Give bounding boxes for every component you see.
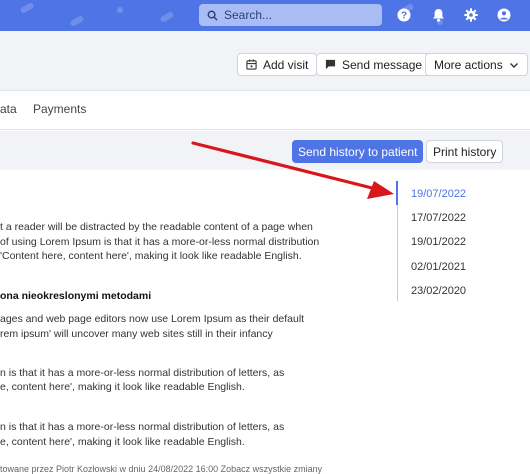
chevron-down-icon: [509, 62, 518, 68]
more-actions-dropdown[interactable]: More actions: [425, 53, 528, 76]
document-line: t a reader will be distracted by the rea…: [0, 221, 313, 233]
timeline-date[interactable]: 19/07/2022: [411, 188, 466, 200]
tab-data[interactable]: ata: [0, 102, 17, 116]
timeline-date[interactable]: 23/02/2020: [411, 285, 466, 297]
more-actions-label: More actions: [434, 57, 503, 72]
history-document: t a reader will be distracted by the rea…: [0, 170, 360, 474]
document-line: e, content here', making it look like re…: [0, 436, 245, 448]
gear-icon[interactable]: [462, 6, 480, 24]
timeline-date[interactable]: 19/01/2022: [411, 236, 466, 248]
svg-text:?: ?: [401, 11, 407, 22]
document-line: of using Lorem Ipsum is that it has a mo…: [0, 236, 320, 248]
document-line: n is that it has a more-or-less normal d…: [0, 421, 285, 433]
timeline-active-marker: [396, 181, 398, 205]
print-history-button[interactable]: Print history: [426, 140, 504, 163]
timeline-date[interactable]: 02/01/2021: [411, 261, 466, 273]
timeline-date[interactable]: 17/07/2022: [411, 212, 466, 224]
document-line: e, content here', making it look like re…: [0, 381, 245, 393]
send-history-button[interactable]: Send history to patient: [292, 140, 424, 163]
history-timeline: 19/07/2022 17/07/2022 19/01/2022 02/01/2…: [360, 170, 530, 474]
patient-header: Add visit Send message More actions: [0, 31, 530, 91]
add-visit-label: Add visit: [263, 57, 309, 72]
document-footer: towane przez Piotr Kozłowski w dniu 24/0…: [0, 464, 323, 474]
help-icon[interactable]: ?: [395, 6, 413, 24]
tab-bar: ata Payments: [0, 92, 530, 130]
send-message-button[interactable]: Send message: [316, 53, 432, 76]
top-bar: Search... ?: [0, 0, 530, 31]
send-message-label: Send message: [342, 57, 423, 72]
document-line: ages and web page editors now use Lorem …: [0, 313, 305, 325]
add-visit-button[interactable]: Add visit: [237, 53, 318, 76]
calendar-icon: [246, 59, 257, 70]
tab-payments[interactable]: Payments: [33, 102, 86, 116]
document-heading: ona nieokreslonymi metodami: [0, 290, 152, 302]
search-icon: [207, 10, 218, 21]
search-input[interactable]: Search...: [199, 4, 382, 26]
document-line: rem ipsum' will uncover many web sites s…: [0, 328, 273, 340]
document-line: 'Content here, content here', making it …: [0, 250, 302, 262]
user-icon[interactable]: [495, 6, 513, 24]
document-line: n is that it has a more-or-less normal d…: [0, 367, 285, 379]
search-placeholder: Search...: [224, 8, 273, 22]
message-icon: [325, 59, 336, 70]
bell-icon[interactable]: [429, 6, 447, 24]
